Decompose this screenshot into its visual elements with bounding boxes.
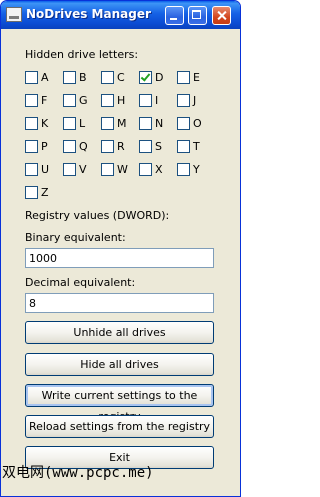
drive-letter-label: X	[155, 163, 163, 176]
write-registry-button[interactable]: Write current settings to the registry	[25, 384, 214, 423]
checkbox-box[interactable]	[139, 94, 152, 107]
drive-letter-label: N	[155, 117, 164, 130]
drive-letter-label: S	[155, 140, 162, 153]
drive-letter-label: J	[193, 94, 197, 107]
title-bar[interactable]: NoDrives Manager	[1, 1, 240, 29]
checkbox-box[interactable]	[63, 117, 76, 130]
checkbox-box[interactable]	[25, 71, 38, 84]
drive-letter-label: M	[117, 117, 127, 130]
drive-letter-label: H	[117, 94, 126, 107]
app-icon	[6, 7, 22, 22]
drive-letter-label: O	[193, 117, 202, 130]
checkbox-box[interactable]	[101, 163, 114, 176]
drive-letter-label: Z	[41, 186, 49, 199]
drive-letter-label: A	[41, 71, 49, 84]
checkbox-box[interactable]	[177, 117, 190, 130]
checkbox-box[interactable]	[101, 94, 114, 107]
checkbox-box[interactable]	[25, 186, 38, 199]
drive-letter-label: E	[193, 71, 200, 84]
drive-letter-label: L	[79, 117, 86, 130]
registry-values-label: Registry values (DWORD):	[25, 209, 170, 222]
checkbox-box[interactable]	[25, 163, 38, 176]
drive-letter-label: Y	[193, 163, 200, 176]
binary-equivalent-label: Binary equivalent:	[25, 231, 126, 244]
drive-letter-label: B	[79, 71, 87, 84]
drive-letter-label: V	[79, 163, 87, 176]
drive-letter-label: G	[79, 94, 88, 107]
maximize-icon[interactable]	[188, 6, 207, 25]
window-title: NoDrives Manager	[26, 7, 151, 21]
checkbox-box[interactable]	[101, 140, 114, 153]
drive-letter-label: K	[41, 117, 49, 130]
checkbox-box[interactable]	[177, 140, 190, 153]
checkbox-box[interactable]	[25, 140, 38, 153]
drive-letter-label: W	[117, 163, 128, 176]
unhide-all-button[interactable]: Unhide all drives	[25, 321, 214, 344]
drive-letter-label: I	[155, 94, 159, 107]
checkbox-box[interactable]	[177, 94, 190, 107]
checkbox-box[interactable]	[63, 94, 76, 107]
drive-letter-label: T	[193, 140, 200, 153]
checkbox-box[interactable]	[139, 140, 152, 153]
nodrives-window: NoDrives Manager Hidden drive letters: A…	[0, 0, 241, 497]
decimal-equivalent-label: Decimal equivalent:	[25, 276, 136, 289]
checkbox-box[interactable]	[25, 94, 38, 107]
checkbox-box[interactable]	[139, 163, 152, 176]
drive-letter-label: D	[155, 71, 164, 84]
checkbox-box[interactable]	[63, 140, 76, 153]
hidden-drive-letters-label: Hidden drive letters:	[25, 48, 139, 61]
drive-letter-label: U	[41, 163, 50, 176]
drive-letter-label: Q	[79, 140, 88, 153]
checkbox-box[interactable]	[63, 163, 76, 176]
checkbox-box[interactable]	[63, 71, 76, 84]
checkbox-box[interactable]	[177, 163, 190, 176]
checkbox-box[interactable]	[25, 117, 38, 130]
checkbox-box[interactable]	[139, 71, 152, 84]
checkbox-box[interactable]	[101, 117, 114, 130]
drive-letter-label: R	[117, 140, 125, 153]
decimal-value-field[interactable]: 8	[25, 293, 214, 313]
minimize-icon[interactable]	[165, 6, 184, 25]
checkbox-box[interactable]	[101, 71, 114, 84]
hide-all-button[interactable]: Hide all drives	[25, 353, 214, 376]
drive-letter-label: F	[41, 94, 48, 107]
checkbox-box[interactable]	[177, 71, 190, 84]
binary-value-field[interactable]: 1000	[25, 248, 214, 268]
drive-letter-label: C	[117, 71, 125, 84]
drive-letter-label: P	[41, 140, 48, 153]
reload-registry-button[interactable]: Reload settings from the registry	[25, 415, 214, 438]
watermark-text: 双电网(www.pcpc.me)	[2, 465, 154, 481]
close-icon[interactable]	[212, 6, 231, 25]
checkbox-box[interactable]	[139, 117, 152, 130]
